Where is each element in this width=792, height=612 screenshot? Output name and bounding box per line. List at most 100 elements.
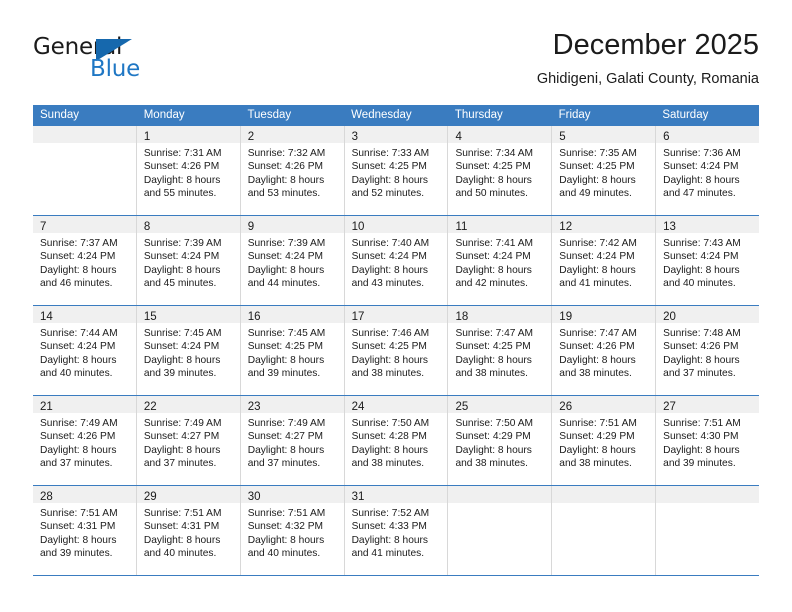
day-cell[interactable]: 29 Sunrise: 7:51 AM Sunset: 4:31 PM Dayligh… [136,486,241,575]
day-number: 3 [351,131,358,143]
weekday-header-row: Sunday Monday Tuesday Wednesday Thursday Frid… [33,105,759,126]
day-cell[interactable]: 27 Sunrise: 7:51 AM Sunset: 4:30 PM Dayligh… [656,396,760,485]
day-number-band: 19 [552,306,656,323]
day-info: Sunrise: 7:47 AM Sunset: 4:25 PM Daylight:… [448,323,551,387]
sunset-text: Sunset: 4:24 PM [143,341,220,353]
sunrise-text: Sunrise: 7:36 AM [663,148,741,159]
day-info: Sunrise: 7:46 AM Sunset: 4:25 PM Daylight:… [345,323,448,387]
day-info: Sunrise: 7:47 AM Sunset: 4:26 PM Daylight:… [552,323,655,387]
daylight-text-line1: Daylight: 8 hours [455,174,532,186]
day-cell[interactable]: 13 Sunrise: 7:43 AM Sunset: 4:24 PM Dayligh… [656,216,760,305]
day-cell[interactable]: 23 Sunrise: 7:49 AM Sunset: 4:27 PM Dayligh… [240,396,345,485]
daylight-text-line2: and 40 minutes. [247,548,321,560]
day-number: 17 [351,311,365,323]
day-number-band: 2 [240,126,344,143]
day-info: Sunrise: 7:44 AM Sunset: 4:24 PM Daylight:… [33,323,136,387]
daylight-text-line2: and 44 minutes. [247,278,321,290]
day-cell[interactable]: 15 Sunrise: 7:45 AM Sunset: 4:24 PM Dayligh… [136,306,241,395]
day-info: Sunrise: 7:51 AM Sunset: 4:32 PM Daylight:… [241,503,344,567]
day-cell[interactable]: 14 Sunrise: 7:44 AM Sunset: 4:24 PM Dayligh… [33,306,137,395]
daylight-text-line1: Daylight: 8 hours [40,354,117,366]
day-cell[interactable]: 10 Sunrise: 7:40 AM Sunset: 4:24 PM Dayligh… [344,216,449,305]
daylight-text-line1: Daylight: 8 hours [247,264,325,276]
day-number-band: 9 [240,216,344,233]
sunrise-text: Sunrise: 7:45 AM [143,328,222,339]
day-cell[interactable]: 1 Sunrise: 7:31 AM Sunset: 4:26 PM Daylight… [136,126,241,215]
weekday-header-friday: Friday [558,109,591,121]
day-cell-empty [448,486,553,575]
daylight-text-line2: and 45 minutes. [143,278,217,290]
day-number: 24 [351,401,365,413]
day-number-band: 20 [656,306,760,323]
weeks-container: 1 Sunrise: 7:31 AM Sunset: 4:26 PM Daylight… [33,126,760,576]
day-cell[interactable]: 5 Sunrise: 7:35 AM Sunset: 4:25 PM Daylight… [552,126,657,215]
day-number: 12 [559,221,573,233]
day-info [656,503,759,513]
daylight-text-line2: and 50 minutes. [455,188,528,200]
logo-text-blue: Blue [90,56,141,82]
day-cell[interactable]: 11 Sunrise: 7:41 AM Sunset: 4:24 PM Dayligh… [448,216,553,305]
day-cell[interactable]: 30 Sunrise: 7:51 AM Sunset: 4:32 PM Dayligh… [240,486,345,575]
sunset-text: Sunset: 4:24 PM [455,251,531,263]
sunset-text: Sunset: 4:29 PM [559,431,635,443]
day-number: 18 [455,311,469,323]
sunset-text: Sunset: 4:28 PM [351,431,427,443]
day-cell[interactable]: 16 Sunrise: 7:45 AM Sunset: 4:25 PM Dayligh… [240,306,345,395]
day-cell[interactable]: 20 Sunrise: 7:48 AM Sunset: 4:26 PM Dayligh… [656,306,760,395]
sunrise-text: Sunrise: 7:51 AM [663,418,741,429]
day-cell[interactable]: 24 Sunrise: 7:50 AM Sunset: 4:28 PM Dayligh… [344,396,449,485]
day-cell[interactable]: 7 Sunrise: 7:37 AM Sunset: 4:24 PM Daylight… [33,216,137,305]
day-cell[interactable]: 3 Sunrise: 7:33 AM Sunset: 4:25 PM Daylight… [344,126,449,215]
day-cell[interactable]: 25 Sunrise: 7:50 AM Sunset: 4:29 PM Dayligh… [448,396,553,485]
day-cell[interactable]: 22 Sunrise: 7:49 AM Sunset: 4:27 PM Dayligh… [136,396,241,485]
day-cell[interactable]: 4 Sunrise: 7:34 AM Sunset: 4:25 PM Daylight… [448,126,553,215]
day-cell[interactable]: 26 Sunrise: 7:51 AM Sunset: 4:29 PM Dayligh… [552,396,657,485]
sunset-text: Sunset: 4:27 PM [143,431,220,443]
day-number-band: 29 [136,486,240,503]
daylight-text-line1: Daylight: 8 hours [455,354,532,366]
day-cell[interactable]: 12 Sunrise: 7:42 AM Sunset: 4:24 PM Dayligh… [552,216,657,305]
day-cell[interactable]: 18 Sunrise: 7:47 AM Sunset: 4:25 PM Dayligh… [448,306,553,395]
day-number-band: 11 [448,216,552,233]
day-info [33,143,136,153]
daylight-text-line2: and 38 minutes. [351,368,425,380]
sunrise-text: Sunrise: 7:40 AM [351,238,430,249]
day-cell[interactable]: 28 Sunrise: 7:51 AM Sunset: 4:31 PM Dayligh… [33,486,137,575]
generalblue-logo[interactable]: General Blue [33,34,233,92]
daylight-text-line1: Daylight: 8 hours [351,174,429,186]
day-number: 27 [663,401,676,413]
day-cell-empty [33,126,137,215]
sunset-text: Sunset: 4:24 PM [663,161,739,173]
day-number: 9 [247,221,255,233]
calendar-grid: Sunday Monday Tuesday Wednesday Thursday Frid… [33,105,760,576]
daylight-text-line2: and 38 minutes. [559,368,632,380]
sunset-text: Sunset: 4:24 PM [247,251,324,263]
day-cell[interactable]: 9 Sunrise: 7:39 AM Sunset: 4:24 PM Daylight… [240,216,345,305]
sunset-text: Sunset: 4:26 PM [247,161,324,173]
sunrise-text: Sunrise: 7:39 AM [143,238,222,249]
day-cell[interactable]: 17 Sunrise: 7:46 AM Sunset: 4:25 PM Dayligh… [344,306,449,395]
day-info: Sunrise: 7:40 AM Sunset: 4:24 PM Daylight:… [345,233,448,297]
sunrise-text: Sunrise: 7:47 AM [559,328,637,339]
day-number: 14 [40,311,53,323]
day-cell[interactable]: 8 Sunrise: 7:39 AM Sunset: 4:24 PM Daylight… [136,216,241,305]
day-cell[interactable]: 31 Sunrise: 7:52 AM Sunset: 4:33 PM Dayligh… [344,486,449,575]
day-cell[interactable]: 6 Sunrise: 7:36 AM Sunset: 4:24 PM Daylight… [656,126,760,215]
sunset-text: Sunset: 4:25 PM [351,341,427,353]
day-cell[interactable]: 21 Sunrise: 7:49 AM Sunset: 4:26 PM Dayligh… [33,396,137,485]
day-number: 10 [351,221,365,233]
day-info: Sunrise: 7:39 AM Sunset: 4:24 PM Daylight:… [241,233,344,297]
day-info: Sunrise: 7:45 AM Sunset: 4:24 PM Daylight:… [137,323,240,387]
day-cell[interactable]: 19 Sunrise: 7:47 AM Sunset: 4:26 PM Dayligh… [552,306,657,395]
sunrise-text: Sunrise: 7:42 AM [559,238,637,249]
day-cell[interactable]: 2 Sunrise: 7:32 AM Sunset: 4:26 PM Daylight… [240,126,345,215]
daylight-text-line1: Daylight: 8 hours [351,534,429,546]
day-number-band [33,126,136,143]
daylight-text-line1: Daylight: 8 hours [247,444,325,456]
daylight-text-line2: and 53 minutes. [247,188,321,200]
page-subtitle: Ghidigeni, Galati County, Romania [536,71,759,87]
sunrise-text: Sunrise: 7:34 AM [455,148,534,159]
day-info: Sunrise: 7:42 AM Sunset: 4:24 PM Daylight:… [552,233,655,297]
sunrise-text: Sunrise: 7:51 AM [40,508,118,519]
day-number: 15 [143,311,157,323]
